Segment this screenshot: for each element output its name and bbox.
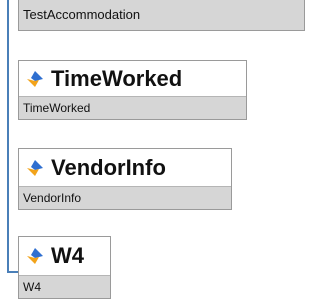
entity-node-title: VendorInfo (51, 154, 166, 180)
entity-node-header: TimeWorked (19, 61, 246, 96)
entity-node-subtitle: TestAccommodation (19, 0, 304, 30)
entity-node-vendorinfo[interactable]: VendorInfo VendorInfo (18, 148, 232, 210)
entity-icon (27, 248, 43, 264)
entity-node-subtitle: VendorInfo (19, 186, 231, 209)
entity-icon (27, 159, 43, 176)
entity-node-testaccommodation[interactable]: TestAccommodation (18, 0, 305, 31)
entity-node-title: W4 (51, 243, 84, 268)
entity-node-subtitle: W4 (19, 275, 110, 298)
entity-icon (27, 70, 43, 87)
tree-connector-elbow (7, 271, 18, 273)
tree-connector-vertical (7, 0, 9, 273)
entity-node-subtitle: TimeWorked (19, 96, 246, 119)
entity-node-w4[interactable]: W4 W4 (18, 236, 111, 299)
entity-node-timeworked[interactable]: TimeWorked TimeWorked (18, 60, 247, 120)
entity-node-title: TimeWorked (51, 65, 183, 91)
entity-node-header: W4 (19, 237, 110, 275)
entity-node-header: VendorInfo (19, 149, 231, 186)
